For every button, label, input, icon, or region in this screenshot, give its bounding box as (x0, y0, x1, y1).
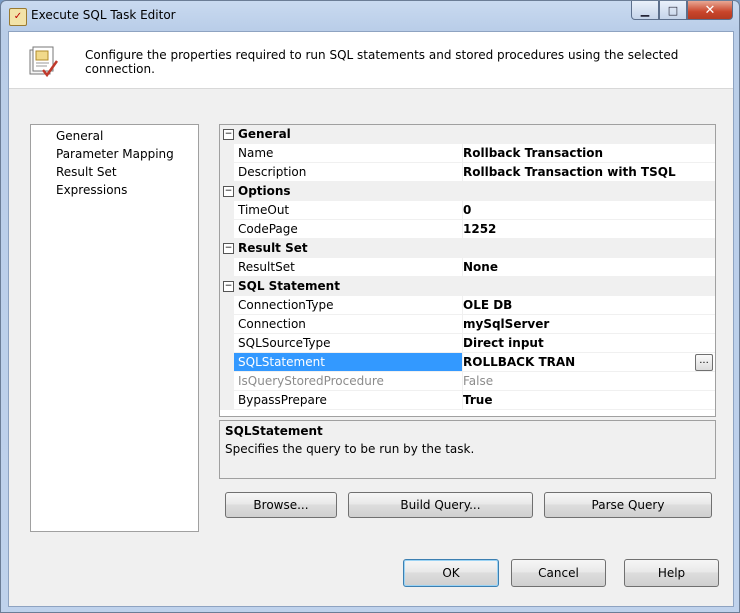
property-name: Name (234, 144, 463, 163)
property-name: SQLSourceType (234, 334, 463, 353)
row-gutter (220, 391, 234, 410)
row-gutter (220, 163, 234, 182)
build-query-button[interactable]: Build Query... (348, 492, 533, 518)
header-description: Configure the properties required to run… (85, 48, 679, 76)
property-value[interactable]: mySqlServer (463, 315, 715, 334)
minimize-button[interactable]: ▁ (631, 1, 659, 20)
description-title: SQLStatement (225, 424, 323, 438)
property-row-connection[interactable]: Connection mySqlServer (220, 315, 715, 334)
property-row-isquerystoredprocedure: IsQueryStoredProcedure False (220, 372, 715, 391)
property-name: Description (234, 163, 463, 182)
category-sql-statement: − SQL Statement (220, 277, 715, 296)
property-value[interactable]: True (463, 391, 715, 410)
execute-sql-task-editor-window: ✓ Execute SQL Task Editor ▁ □ ✕ Configur… (0, 0, 740, 613)
ellipsis-button[interactable]: ... (695, 354, 713, 371)
nav-item-parameter-mapping[interactable]: Parameter Mapping (56, 145, 174, 163)
property-row-sqlsourcetype[interactable]: SQLSourceType Direct input (220, 334, 715, 353)
row-gutter (220, 296, 234, 315)
row-gutter (220, 201, 234, 220)
nav-item-general[interactable]: General (56, 127, 103, 145)
property-row-resultset[interactable]: ResultSet None (220, 258, 715, 277)
property-row-bypassprepare[interactable]: BypassPrepare True (220, 391, 715, 410)
property-name: CodePage (234, 220, 463, 239)
property-row-timeout[interactable]: TimeOut 0 (220, 201, 715, 220)
property-name: SQLStatement (234, 353, 463, 372)
property-value[interactable]: OLE DB (463, 296, 715, 315)
category-label: Result Set (238, 241, 308, 255)
dialog-header: Configure the properties required to run… (9, 32, 733, 89)
category-options: − Options (220, 182, 715, 201)
category-label: Options (238, 184, 291, 198)
property-name: ConnectionType (234, 296, 463, 315)
description-text: Specifies the query to be run by the tas… (225, 442, 475, 456)
property-name: BypassPrepare (234, 391, 463, 410)
property-name: TimeOut (234, 201, 463, 220)
collapse-icon[interactable]: − (223, 281, 234, 292)
row-gutter (220, 334, 234, 353)
row-gutter (220, 315, 234, 334)
property-value[interactable]: ROLLBACK TRAN (463, 353, 715, 372)
cancel-button[interactable]: Cancel (511, 559, 606, 587)
property-grid: − General Name Rollback Transaction Desc… (219, 124, 716, 417)
row-gutter (220, 353, 234, 372)
collapse-icon[interactable]: − (223, 243, 234, 254)
property-row-description[interactable]: Description Rollback Transaction with TS… (220, 163, 715, 182)
title-bar[interactable]: ✓ Execute SQL Task Editor ▁ □ ✕ (1, 1, 739, 31)
ok-button[interactable]: OK (403, 559, 499, 587)
property-value[interactable]: Rollback Transaction (463, 144, 715, 163)
property-name: Connection (234, 315, 463, 334)
collapse-icon[interactable]: − (223, 129, 234, 140)
property-row-connectiontype[interactable]: ConnectionType OLE DB (220, 296, 715, 315)
parse-query-button[interactable]: Parse Query (544, 492, 712, 518)
sql-task-icon: ✓ (9, 8, 27, 26)
property-row-name[interactable]: Name Rollback Transaction (220, 144, 715, 163)
property-value[interactable]: 0 (463, 201, 715, 220)
property-value[interactable]: Direct input (463, 334, 715, 353)
row-gutter (220, 372, 234, 391)
property-value[interactable]: Rollback Transaction with TSQL (463, 163, 715, 182)
property-name: ResultSet (234, 258, 463, 277)
browse-button[interactable]: Browse... (225, 492, 337, 518)
property-row-codepage[interactable]: CodePage 1252 (220, 220, 715, 239)
help-button[interactable]: Help (624, 559, 719, 587)
row-gutter (220, 220, 234, 239)
category-general: − General (220, 125, 715, 144)
row-gutter (220, 258, 234, 277)
property-value: False (463, 372, 715, 391)
property-name: IsQueryStoredProcedure (234, 372, 463, 391)
close-button[interactable]: ✕ (687, 1, 733, 20)
dialog-client-area: Configure the properties required to run… (8, 31, 734, 607)
nav-item-expressions[interactable]: Expressions (56, 181, 127, 199)
property-value[interactable]: 1252 (463, 220, 715, 239)
sql-task-large-icon (29, 46, 59, 78)
property-value[interactable]: None (463, 258, 715, 277)
row-gutter (220, 144, 234, 163)
nav-item-result-set[interactable]: Result Set (56, 163, 117, 181)
navigation-list: General Parameter Mapping Result Set Exp… (30, 124, 199, 532)
category-result-set: − Result Set (220, 239, 715, 258)
category-label: SQL Statement (238, 279, 340, 293)
window-controls: ▁ □ ✕ (631, 1, 733, 21)
collapse-icon[interactable]: − (223, 186, 234, 197)
maximize-button[interactable]: □ (659, 1, 687, 20)
property-description-panel: SQLStatement Specifies the query to be r… (219, 420, 716, 479)
property-row-sqlstatement[interactable]: SQLStatement ROLLBACK TRAN ... (220, 353, 715, 372)
window-title: Execute SQL Task Editor (31, 8, 176, 22)
category-label: General (238, 127, 291, 141)
